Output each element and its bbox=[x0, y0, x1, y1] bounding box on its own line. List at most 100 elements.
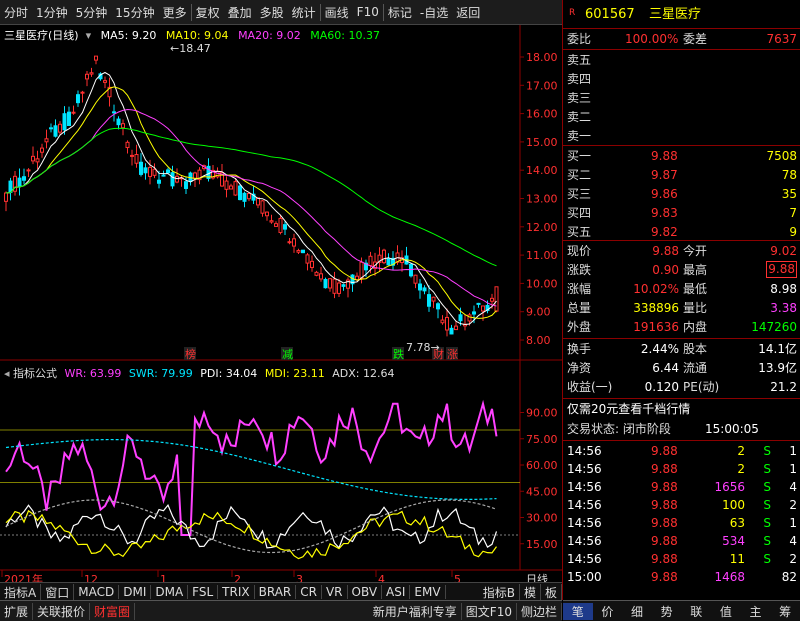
sell-row: 卖一 bbox=[563, 127, 800, 145]
toolbar-item-7[interactable]: 多股 bbox=[256, 4, 288, 21]
buy-volume: 35 bbox=[781, 187, 797, 201]
tick-time: 14:56 bbox=[567, 462, 602, 476]
indicator-tab-0[interactable]: 指标A bbox=[0, 583, 42, 601]
indicator-tab-13[interactable]: 指标B bbox=[479, 583, 520, 601]
toolbar-item-11[interactable]: 标记 bbox=[382, 3, 416, 21]
quote-tab-3[interactable]: 势 bbox=[652, 603, 682, 620]
chart-bg bbox=[0, 25, 562, 600]
toolbar-item-13[interactable]: 返回 bbox=[452, 4, 484, 21]
indicator-tab-9[interactable]: VR bbox=[322, 585, 348, 599]
quote-tab-5[interactable]: 值 bbox=[711, 603, 741, 620]
indicator-tab-5[interactable]: FSL bbox=[188, 585, 219, 599]
y-tick-label: 16.00 bbox=[526, 108, 558, 121]
bottom-tab-0[interactable]: 扩展 bbox=[0, 602, 34, 620]
indicator-tab-8[interactable]: CR bbox=[296, 585, 322, 599]
buy-row: 买四 9.83 7 bbox=[563, 204, 800, 222]
toolbar-item-10[interactable]: F10 bbox=[353, 5, 383, 19]
indicator-tab-2[interactable]: MACD bbox=[74, 585, 120, 599]
ind-tick-label: 60.00 bbox=[526, 459, 558, 472]
indicator-expand-icon[interactable]: ◂ bbox=[4, 367, 10, 380]
indicator-tab-11[interactable]: ASI bbox=[382, 585, 411, 599]
quote-tab-1[interactable]: 价 bbox=[593, 603, 623, 620]
promo-row[interactable]: 仅需20元查看千档行情 bbox=[563, 400, 800, 418]
quote-tab-2[interactable]: 细 bbox=[622, 603, 652, 620]
stats-label: 换手 bbox=[567, 342, 592, 356]
tick-price: 9.88 bbox=[651, 444, 678, 458]
stats-value: 6.44 bbox=[652, 361, 679, 375]
bottom-bar: 扩展 关联报价 财富圈 新用户福利专享 图文F10 侧边栏 bbox=[0, 600, 562, 621]
buy-volume: 7508 bbox=[766, 149, 797, 163]
indicator-tab-7[interactable]: BRAR bbox=[255, 585, 297, 599]
stock-header: R 601567 三星医疗 bbox=[563, 4, 800, 26]
stats-value: 21.2 bbox=[770, 380, 797, 394]
kline-svg[interactable]: 18.00 17.00 16.00 15.00 14.00 13.00 12.00 11.00… bbox=[0, 25, 562, 600]
chart-area[interactable]: 18.00 17.00 16.00 15.00 14.00 13.00 12.00 11.00… bbox=[0, 25, 562, 600]
indicator-tab-6[interactable]: TRIX bbox=[218, 585, 255, 599]
candle-body bbox=[305, 254, 310, 264]
toolbar-item-3[interactable]: 15分钟 bbox=[111, 4, 158, 21]
stats-value: 0.120 bbox=[644, 380, 679, 394]
y-tick-label: 13.00 bbox=[526, 193, 558, 206]
indicator-name[interactable]: 指标公式 bbox=[13, 367, 57, 380]
indicator-tab-12[interactable]: EMV bbox=[410, 585, 446, 599]
candle-body bbox=[292, 238, 296, 247]
indicator-tab-3[interactable]: DMI bbox=[119, 585, 152, 599]
toolbar-item-8[interactable]: 统计 bbox=[288, 4, 320, 21]
candle-body bbox=[139, 161, 143, 175]
chart-menu-icon[interactable]: ▾ bbox=[82, 29, 92, 42]
toolbar-item-2[interactable]: 5分钟 bbox=[72, 4, 112, 21]
candle-body bbox=[229, 185, 233, 190]
sell-row: 卖五 bbox=[563, 51, 800, 69]
tick-time: 14:56 bbox=[567, 552, 602, 566]
quote-tab-0[interactable]: 笔 bbox=[563, 602, 593, 620]
toolbar-item-1[interactable]: 1分钟 bbox=[32, 4, 72, 21]
tick-count: 4 bbox=[789, 480, 797, 494]
quote-value: 10.02% bbox=[633, 282, 679, 296]
swr-label: SWR: 79.99 bbox=[128, 367, 193, 380]
candle-body bbox=[121, 123, 125, 129]
indicator-tab-15[interactable]: 板 bbox=[541, 583, 562, 601]
quote-row: 涨跌 0.90 最高 9.88 bbox=[563, 261, 800, 279]
tick-count: 2 bbox=[789, 498, 797, 512]
candle-body bbox=[332, 278, 337, 294]
quote-tab-6[interactable]: 主 bbox=[741, 603, 771, 620]
tick-count: 1 bbox=[789, 462, 797, 476]
stats-label: 收益(一) bbox=[567, 380, 613, 394]
toolbar-item-0[interactable]: 分时 bbox=[0, 4, 32, 21]
sell-row: 卖二 bbox=[563, 108, 800, 126]
candle-body bbox=[247, 193, 251, 200]
bottom-tab-3[interactable]: 新用户福利专享 bbox=[369, 602, 462, 620]
toolbar-item-6[interactable]: 叠加 bbox=[224, 4, 256, 21]
indicator-tabs: 指标A 窗口 MACD DMI DMA FSL TRIX BRAR CR VR OBV ASI EMV 指… bbox=[0, 582, 562, 601]
toolbar-item-12[interactable]: -自选 bbox=[416, 4, 452, 21]
tick-side: S bbox=[763, 516, 771, 530]
toolbar-item-9[interactable]: 画线 bbox=[319, 3, 353, 21]
bottom-tab-1[interactable]: 关联报价 bbox=[33, 602, 91, 620]
quote-row: 涨幅 10.02% 最低 8.98 bbox=[563, 280, 800, 298]
y-tick-label: 17.00 bbox=[526, 79, 558, 92]
candle-body bbox=[238, 185, 242, 201]
toolbar-item-5[interactable]: 复权 bbox=[190, 3, 224, 21]
quote-value: 3.38 bbox=[770, 301, 797, 315]
tick-side: S bbox=[763, 498, 771, 512]
indicator-tab-14[interactable]: 模 bbox=[520, 583, 541, 601]
quote-bottom-tabs: 笔价细势联值主筹 bbox=[563, 600, 800, 621]
bottom-tab-5[interactable]: 侧边栏 bbox=[517, 602, 562, 620]
quote-tab-4[interactable]: 联 bbox=[682, 603, 712, 620]
bottom-tab-4[interactable]: 图文F10 bbox=[462, 602, 517, 620]
indicator-tab-1[interactable]: 窗口 bbox=[41, 583, 75, 601]
tick-volume: 534 bbox=[722, 534, 745, 548]
quote-value: 8.98 bbox=[770, 282, 797, 296]
indicator-tab-4[interactable]: DMA bbox=[151, 585, 189, 599]
indicator-tab-10[interactable]: OBV bbox=[348, 585, 383, 599]
tick-row: 15:00 9.88 1468 82 bbox=[563, 568, 800, 586]
candle-body bbox=[359, 261, 364, 279]
ind-tick-label: 45.00 bbox=[526, 485, 558, 498]
pdi-label: PDI: 34.04 bbox=[200, 367, 258, 380]
toolbar-item-4[interactable]: 更多 bbox=[159, 4, 191, 21]
quote-tab-7[interactable]: 筹 bbox=[770, 603, 800, 620]
quote-row: 现价 9.88 今开 9.02 bbox=[563, 242, 800, 260]
candle-body bbox=[319, 273, 323, 280]
bottom-tab-2[interactable]: 财富圈 bbox=[90, 602, 136, 620]
candle-body bbox=[265, 211, 269, 217]
